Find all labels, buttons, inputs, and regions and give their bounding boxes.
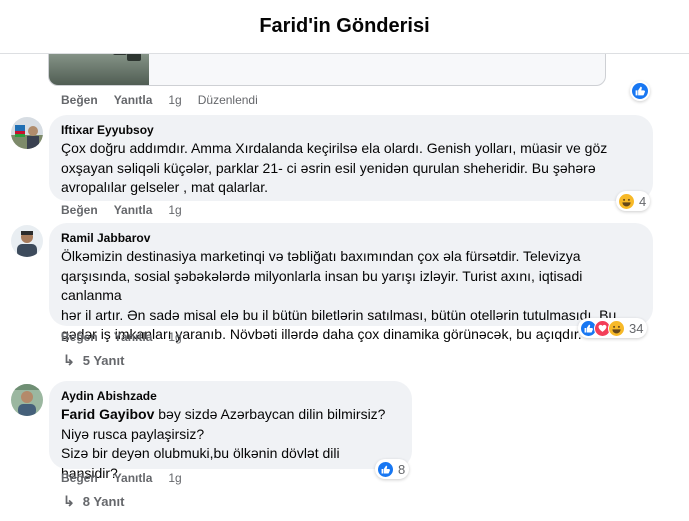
comment-bubble: Ramil Jabbarov Ölkəmizin destinasiya mar… <box>49 223 653 342</box>
reply-arrow-icon: ↳ <box>63 352 75 368</box>
reaction-count: 8 <box>398 461 406 477</box>
comments-list[interactable]: Beğen Yanıtla 1g Düzenlendi Iftixar Eyyu… <box>0 54 689 521</box>
like-reaction-badge[interactable] <box>630 81 650 101</box>
reaction-summary[interactable]: 8 <box>375 459 410 479</box>
avatar[interactable] <box>11 384 43 416</box>
top-comment-actions: Beğen Yanıtla 1g Düzenlendi <box>61 93 274 107</box>
comment-bubble: Iftixar Eyyubsoy Çox doğru addımdır. Amm… <box>49 115 653 201</box>
reaction-summary[interactable]: 4 <box>616 191 651 211</box>
replies-count: 8 Yanıt <box>82 494 125 509</box>
avatar[interactable] <box>11 225 43 257</box>
comment-bubble: Aydin Abishzade Farid Gayibov bəy sizdə … <box>49 381 412 481</box>
comment-time[interactable]: 1g <box>168 330 181 344</box>
avatar[interactable] <box>11 117 43 149</box>
comment-actions: Beğen Yanıtla 1g <box>61 330 198 344</box>
reply-button[interactable]: Yanıtla <box>114 330 153 344</box>
view-replies-link[interactable]: ↳ 5 Yanıt <box>63 352 124 369</box>
reply-button[interactable]: Yanıtla <box>114 93 153 107</box>
comment-time[interactable]: 1g <box>168 93 181 107</box>
comment-time[interactable]: 1g <box>168 471 181 485</box>
haha-icon <box>608 319 625 337</box>
comment-author[interactable]: Iftixar Eyyubsoy <box>61 123 641 137</box>
replies-count: 5 Yanıt <box>82 353 125 368</box>
like-button[interactable]: Beğen <box>61 203 98 217</box>
haha-icon <box>618 192 635 210</box>
reply-button[interactable]: Yanıtla <box>114 203 153 217</box>
reply-arrow-icon: ↳ <box>63 493 75 509</box>
view-replies-link[interactable]: ↳ 8 Yanıt <box>63 493 124 510</box>
like-button[interactable]: Beğen <box>61 93 98 107</box>
reaction-count: 34 <box>629 320 644 336</box>
comment-author[interactable]: Ramil Jabbarov <box>61 231 641 245</box>
reaction-count: 4 <box>639 193 647 209</box>
like-button[interactable]: Beğen <box>61 471 98 485</box>
reply-button[interactable]: Yanıtla <box>114 471 153 485</box>
comment-actions: Beğen Yanıtla 1g <box>61 203 198 217</box>
page-title: Farid'in Gönderisi <box>259 15 430 37</box>
like-icon <box>377 460 394 478</box>
comment-actions: Beğen Yanıtla 1g <box>61 471 198 485</box>
shared-post-card[interactable] <box>48 54 606 86</box>
comment-time[interactable]: 1g <box>168 203 181 217</box>
edited-label: Düzenlendi <box>197 93 258 107</box>
like-icon <box>635 86 645 96</box>
shared-post-thumbnail <box>49 54 149 85</box>
post-dialog-header: Farid'in Gönderisi <box>0 0 689 54</box>
reaction-summary[interactable]: 34 <box>578 318 648 338</box>
comment-text: Çox doğru addımdır. Amma Xırdalanda keçi… <box>61 140 608 195</box>
user-mention[interactable]: Farid Gayibov <box>61 406 154 422</box>
like-button[interactable]: Beğen <box>61 330 98 344</box>
comment-author[interactable]: Aydin Abishzade <box>61 389 400 403</box>
